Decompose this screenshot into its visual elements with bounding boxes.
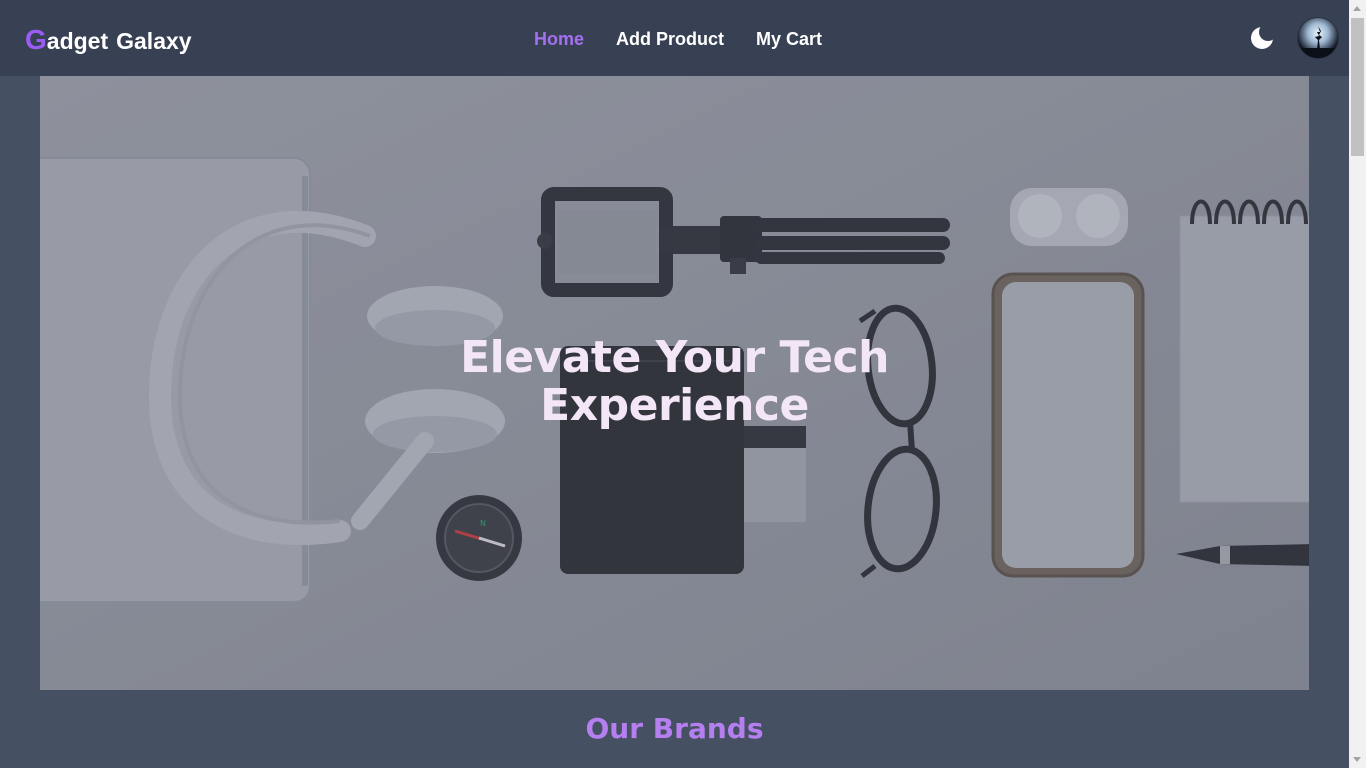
brand-rest: adget — [46, 28, 109, 54]
theme-toggle-button[interactable] — [1248, 23, 1277, 52]
vertical-scrollbar[interactable] — [1349, 0, 1366, 768]
nav-link-my-cart[interactable]: My Cart — [756, 24, 822, 54]
our-brands-heading: Our Brands — [585, 712, 764, 745]
navbar: Gadget Galaxy Home Add Product My Cart — [0, 0, 1349, 76]
scroll-down-arrow-icon[interactable] — [1353, 757, 1361, 762]
viewport: Gadget Galaxy Home Add Product My Cart N… — [0, 0, 1349, 768]
page: Gadget Galaxy Home Add Product My Cart N… — [0, 0, 1366, 768]
user-avatar[interactable] — [1297, 17, 1339, 59]
nav-link-home[interactable]: Home — [534, 24, 584, 54]
hero-banner: N Elevate Your Tech Experience — [40, 76, 1309, 690]
brand-second-word: Galaxy — [116, 28, 192, 54]
nav-links: Home Add Product My Cart — [534, 24, 822, 54]
scroll-up-arrow-icon[interactable] — [1353, 6, 1361, 11]
brand-first-letter: G — [25, 24, 47, 55]
scrollbar-thumb[interactable] — [1351, 18, 1364, 156]
avatar-image — [1298, 18, 1338, 58]
brand-logo[interactable]: Gadget Galaxy — [25, 22, 192, 60]
hero-title-line-2: Experience — [540, 380, 809, 431]
moon-icon — [1251, 23, 1277, 49]
hero-title-line-1: Elevate Your Tech — [460, 332, 889, 383]
hero-title: Elevate Your Tech Experience — [40, 334, 1309, 430]
nav-link-add-product[interactable]: Add Product — [616, 24, 724, 54]
